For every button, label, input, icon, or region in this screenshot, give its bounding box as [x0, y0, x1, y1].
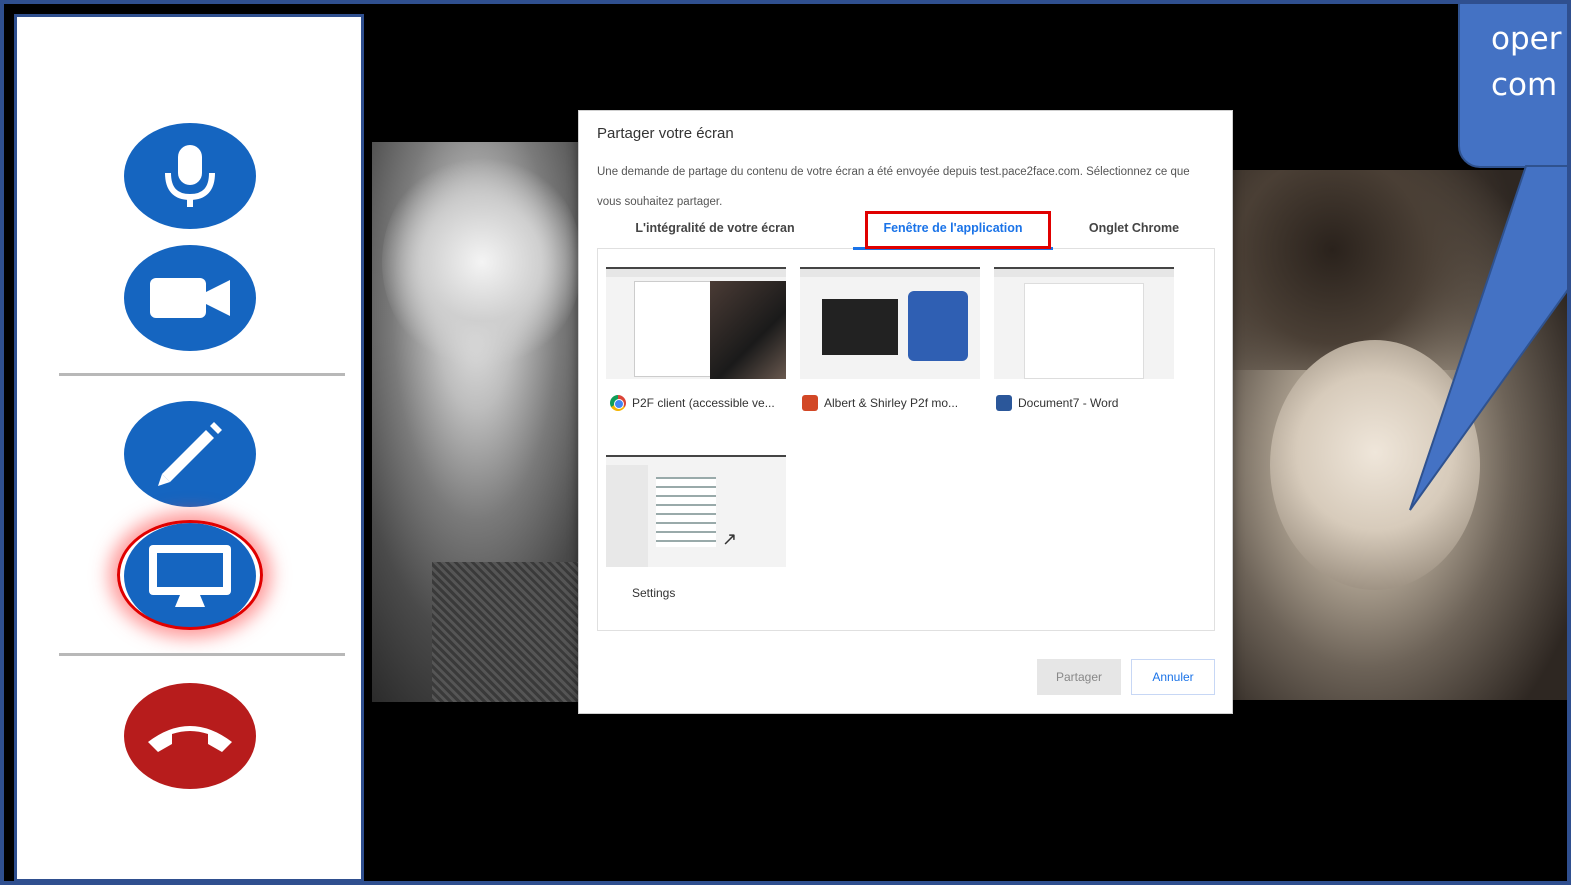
window-label[interactable]: Settings [632, 586, 675, 600]
thumbnail-content [1024, 283, 1144, 379]
share-screen-dialog: Partager votre écran Une demande de part… [578, 110, 1233, 714]
window-label[interactable]: Albert & Shirley P2f mo... [802, 395, 958, 411]
thumbnail-content [822, 299, 898, 355]
window-label[interactable]: Document7 - Word [996, 395, 1118, 411]
thumbnail-content [656, 477, 716, 547]
tab-highlight-box [865, 211, 1051, 249]
cursor-icon: ↗ [722, 529, 738, 549]
cancel-button[interactable]: Annuler [1131, 659, 1215, 695]
window-title: Document7 - Word [1018, 396, 1119, 410]
window-title: P2F client (accessible ve... [632, 396, 775, 410]
thumbnail-content [710, 281, 786, 379]
thumbnail-toolbar [800, 269, 980, 277]
window-label[interactable]: P2F client (accessible ve... [610, 395, 775, 411]
window-thumbnail[interactable] [606, 267, 786, 379]
window-title: Albert & Shirley P2f mo... [824, 396, 959, 410]
word-icon [996, 395, 1012, 411]
thumbnail-content [908, 291, 968, 361]
window-thumbnail[interactable] [800, 267, 980, 379]
window-title: Settings [632, 586, 676, 600]
window-thumbnail[interactable] [994, 267, 1174, 379]
thumbnail-content [606, 465, 648, 567]
tab-chrome-tab[interactable]: Onglet Chrome [1053, 221, 1215, 235]
powerpoint-icon [802, 395, 818, 411]
thumbnail-toolbar [606, 269, 786, 277]
share-button[interactable]: Partager [1037, 659, 1121, 695]
window-thumbnail[interactable]: ↗ [606, 455, 786, 567]
dialog-description: Une demande de partage du contenu de vot… [597, 166, 1190, 208]
dialog-title: Partager votre écran [597, 125, 734, 142]
app-frame: oper com Partager votre écran Une demand… [0, 0, 1571, 885]
callout-text: oper com [1491, 21, 1562, 103]
thumbnail-toolbar [994, 269, 1174, 277]
source-tabs: L'intégralité de votre écran Fenêtre de … [597, 211, 1215, 250]
tab-entire-screen[interactable]: L'intégralité de votre écran [597, 221, 833, 235]
chrome-icon [610, 395, 626, 411]
window-list: ↗ P2F client (accessible ve... Albert & … [597, 249, 1215, 631]
